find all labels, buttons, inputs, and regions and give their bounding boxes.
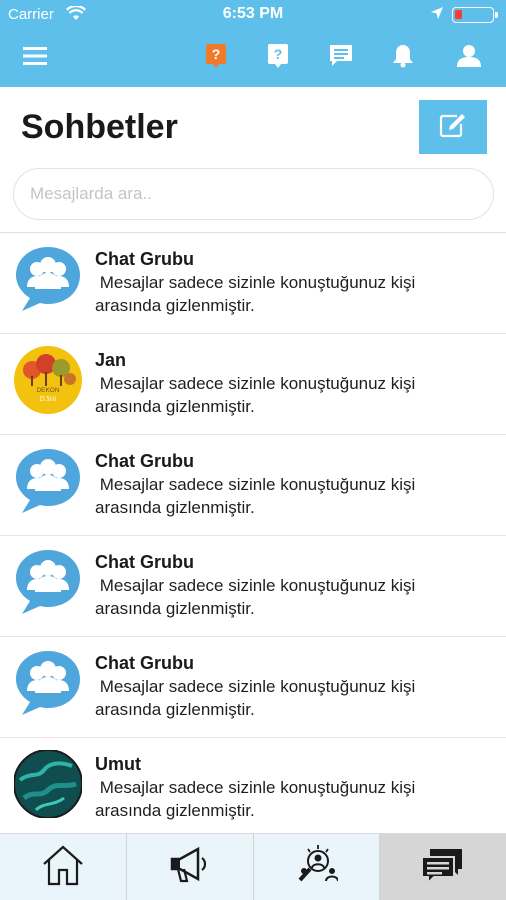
conversation-item[interactable]: Chat Grubu Mesajlar sadece sizinle konuş… [0, 637, 506, 738]
nav-bar: ? ? [0, 30, 506, 87]
help-orange-icon[interactable]: ? [198, 40, 234, 72]
conversation-name: Chat Grubu [95, 249, 194, 269]
conversation-name: Umut [95, 754, 141, 774]
avatar-text: D.Yeli [38, 395, 56, 403]
conversation-name: Chat Grubu [95, 552, 194, 572]
status-bar: Carrier 6:53 PM [0, 0, 506, 30]
conversation-preview: Mesajlar sadece sizinle konuştuğunuz kiş… [95, 778, 421, 820]
bell-icon[interactable] [385, 40, 421, 72]
home-icon [41, 844, 85, 891]
conversation-preview: Mesajlar sadece sizinle konuştuğunuz kiş… [95, 273, 421, 315]
chat-bubbles-icon [420, 845, 466, 890]
user-icon[interactable] [451, 40, 487, 72]
help-icon[interactable]: ? [260, 40, 296, 72]
page-title: Sohbetler [21, 108, 178, 146]
compose-icon [439, 112, 467, 143]
group-chat-icon [14, 245, 82, 313]
tab-home[interactable] [0, 834, 127, 900]
conversation-item[interactable]: Chat Grubu Mesajlar sadece sizinle konuş… [0, 536, 506, 637]
svg-text:?: ? [274, 46, 283, 62]
battery-indicator [452, 7, 494, 23]
conversation-preview: Mesajlar sadece sizinle konuştuğunuz kiş… [95, 475, 421, 517]
location-arrow-icon [430, 6, 444, 24]
group-chat-icon [14, 649, 82, 717]
avatar [13, 749, 83, 819]
conversation-list: Chat Grubu Mesajlar sadece sizinle konuş… [0, 233, 506, 833]
svg-text:?: ? [212, 46, 221, 62]
menu-icon[interactable] [17, 40, 53, 72]
avatar-text: DEKON [36, 387, 59, 394]
battery-tip [495, 12, 498, 18]
group-chat-icon [14, 447, 82, 515]
conversation-item[interactable]: DEKON D.Yeli Jan Mesajlar sadece sizinle… [0, 334, 506, 435]
search-input[interactable] [13, 168, 494, 220]
tab-chats[interactable] [380, 834, 506, 900]
conversation-item[interactable]: Umut Mesajlar sadece sizinle konuştuğunu… [0, 738, 506, 833]
megaphone-icon [168, 845, 212, 890]
group-chat-icon [14, 548, 82, 616]
chat-icon[interactable] [323, 40, 359, 72]
compose-button[interactable] [419, 100, 487, 154]
conversation-item[interactable]: Chat Grubu Mesajlar sadece sizinle konuş… [0, 233, 506, 334]
battery-fill [455, 10, 462, 19]
conversation-name: Jan [95, 350, 127, 370]
conversation-name: Chat Grubu [95, 653, 194, 673]
tab-search-people[interactable] [254, 834, 381, 900]
people-search-icon [294, 843, 340, 892]
conversation-name: Chat Grubu [95, 451, 194, 471]
tab-announcements[interactable] [127, 834, 254, 900]
top-bar: Carrier 6:53 PM ? ? [0, 0, 506, 87]
conversation-preview: Mesajlar sadece sizinle konuştuğunuz kiş… [95, 374, 421, 416]
avatar: DEKON D.Yeli [14, 346, 82, 414]
conversation-item[interactable]: Chat Grubu Mesajlar sadece sizinle konuş… [0, 435, 506, 536]
conversation-preview: Mesajlar sadece sizinle konuştuğunuz kiş… [95, 677, 421, 719]
tab-bar [0, 833, 506, 900]
conversation-preview: Mesajlar sadece sizinle konuştuğunuz kiş… [95, 576, 421, 618]
